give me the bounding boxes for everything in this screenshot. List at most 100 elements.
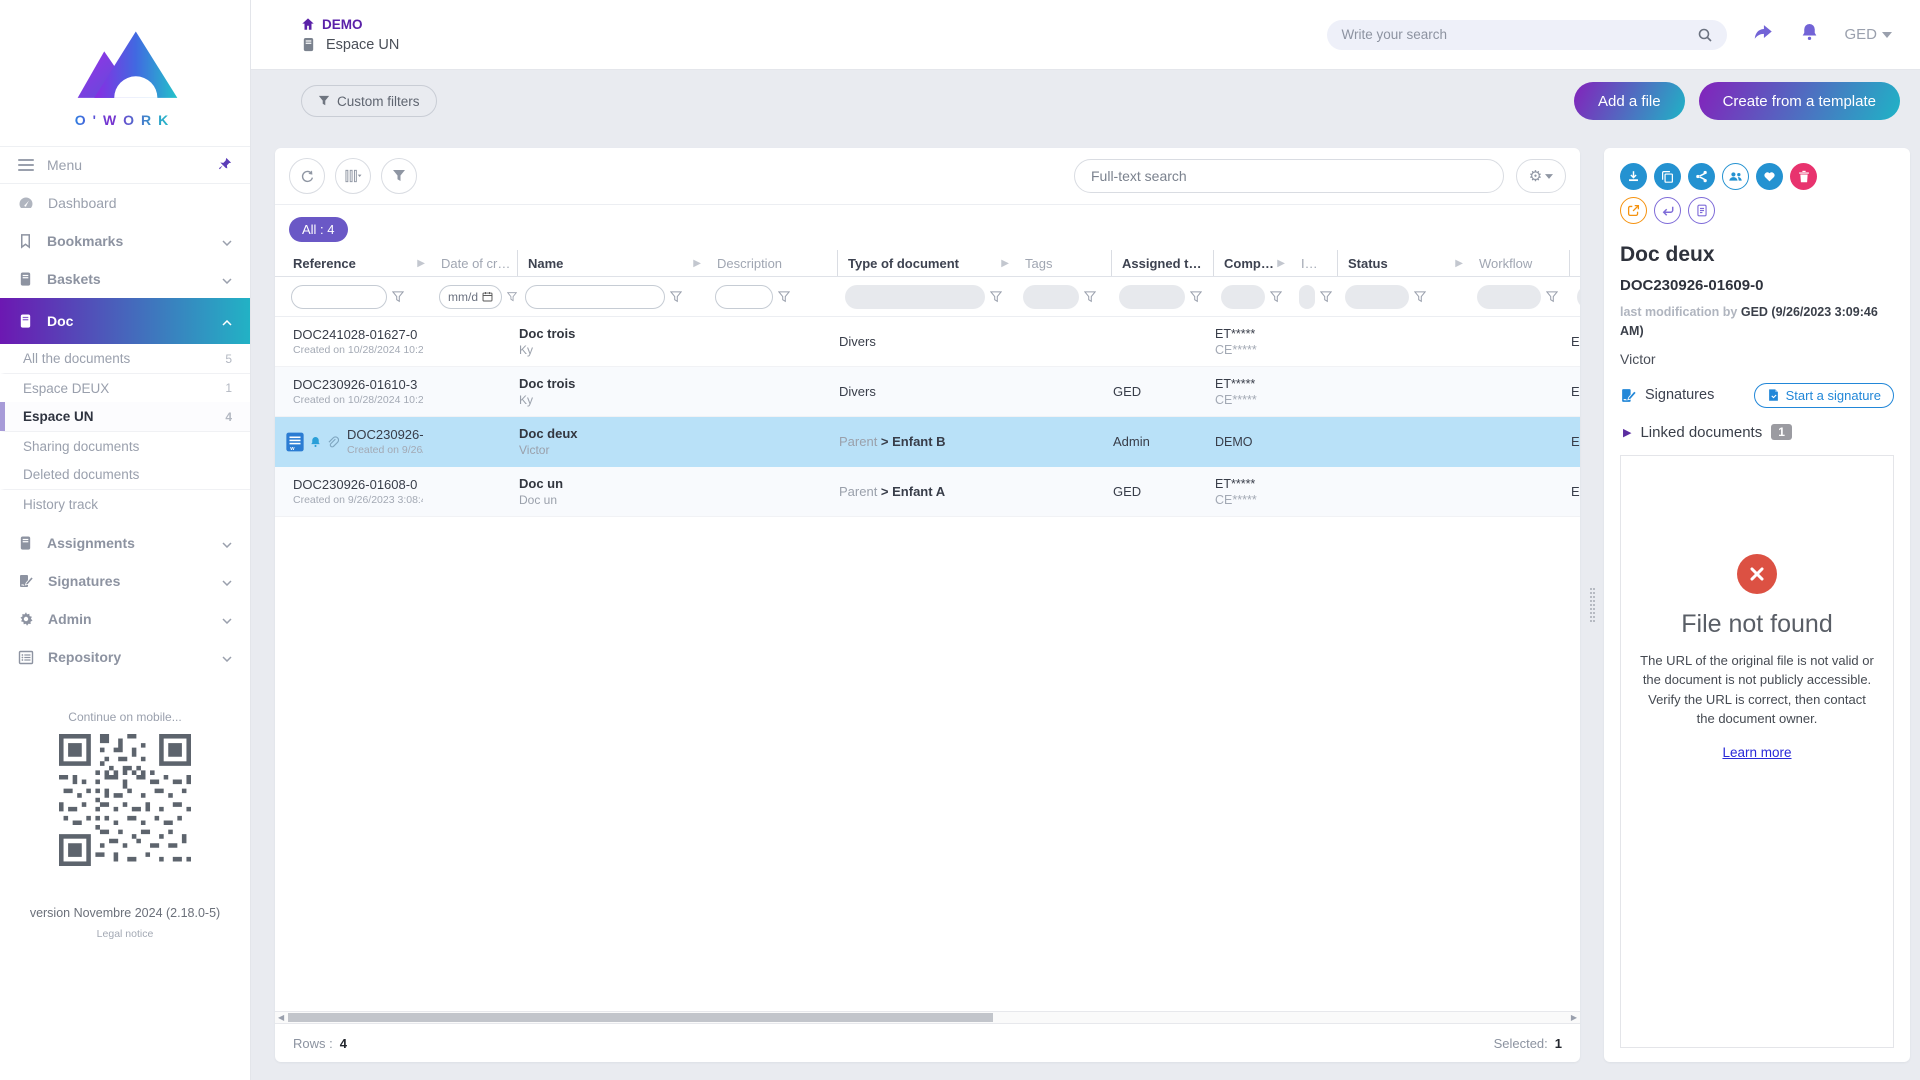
funnel-icon[interactable] [1190,291,1202,303]
book-icon [301,37,316,52]
sidebar-menu-header[interactable]: Menu [0,146,250,184]
filter-type-select[interactable] [845,285,985,309]
add-file-button[interactable]: Add a file [1574,82,1685,120]
column-header-assigned[interactable]: Assigned t… [1111,250,1213,276]
doc-name-sub: Ky [519,393,699,407]
funnel-icon[interactable] [507,291,517,303]
share-button[interactable] [1688,163,1715,190]
global-search-input[interactable] [1341,27,1697,42]
sidebar-item-all-documents[interactable]: All the documents 5 [0,344,250,373]
column-header-company[interactable]: Comp…▶ [1213,250,1291,276]
breadcrumb-root[interactable]: DEMO [301,17,399,32]
breadcrumb-page[interactable]: Espace UN [301,37,399,53]
sidebar-item-signatures[interactable]: Signatures [0,562,250,600]
mountain-logo-icon [71,26,179,110]
copy-button[interactable] [1654,163,1681,190]
table-row[interactable]: DOC230926-01610-3Created on 10/28/2024 1… [275,367,1580,417]
column-header-type[interactable]: Type of document▶ [837,250,1015,276]
filter-y-select[interactable] [1577,285,1580,309]
funnel-icon[interactable] [1546,291,1558,303]
table-row-selected[interactable]: w DOC230926-01609-0Created on 9/26/2023 … [275,417,1580,467]
sidebar-item-sharing-documents[interactable]: Sharing documents [0,431,250,460]
sidebar: O'WORK Menu Dashboard Bookmarks Baskets … [0,0,251,1080]
custom-filters-button[interactable]: Custom filters [301,85,437,117]
sidebar-item-history-track[interactable]: History track [0,489,250,518]
create-from-template-button[interactable]: Create from a template [1699,82,1900,120]
start-signature-button[interactable]: Start a signature [1754,383,1894,408]
learn-more-link[interactable]: Learn more [1722,745,1791,760]
download-button[interactable] [1620,163,1647,190]
fulltext-search-input[interactable] [1074,159,1504,193]
filter-i-select[interactable] [1299,285,1315,309]
scrollbar-thumb[interactable] [288,1013,993,1022]
word-file-icon: w [285,431,305,453]
calendar-icon [482,291,493,302]
table-settings-button[interactable]: ⚙ [1516,159,1566,193]
funnel-icon[interactable] [1084,291,1096,303]
signatures-row: Signatures Start a signature [1620,383,1894,408]
column-header-i[interactable]: I… [1291,250,1337,276]
filter-workflow-select[interactable] [1477,285,1541,309]
column-header-description[interactable]: Description [707,250,837,276]
sidebar-item-espace-un[interactable]: Espace UN 4 [0,402,250,431]
filter-status-select[interactable] [1345,285,1409,309]
column-header-date[interactable]: Date of cr… [431,250,517,276]
linked-documents-toggle[interactable]: ▶ Linked documents 1 [1620,424,1894,441]
sidebar-item-doc[interactable]: Doc [0,298,250,344]
sidebar-item-dashboard[interactable]: Dashboard [0,184,250,222]
user-menu[interactable]: GED [1844,26,1892,43]
filter-name-input[interactable] [525,285,665,309]
sidebar-item-label: Dashboard [48,195,117,211]
horizontal-scrollbar[interactable]: ◀ ▶ [275,1011,1580,1024]
sidebar-item-deleted-documents[interactable]: Deleted documents [0,460,250,489]
favorite-button[interactable] [1756,163,1783,190]
users-access-button[interactable] [1722,163,1749,190]
sidebar-item-bookmarks[interactable]: Bookmarks [0,222,250,260]
delete-button[interactable] [1790,163,1817,190]
columns-icon [345,169,362,183]
filter-tags-select[interactable] [1023,285,1079,309]
return-button[interactable] [1654,197,1681,224]
funnel-icon[interactable] [1320,291,1332,303]
refresh-button[interactable] [289,158,325,194]
open-external-button[interactable] [1620,197,1647,224]
scroll-right-icon[interactable]: ▶ [1571,1012,1577,1023]
panel-resizer[interactable] [1589,148,1595,1062]
column-header-workflow[interactable]: Workflow [1469,250,1569,276]
column-header-status[interactable]: Status▶ [1337,250,1469,276]
funnel-icon[interactable] [392,291,404,303]
doc-created: Created on 10/28/2024 10:25:07 PM [293,344,423,356]
column-header-tags[interactable]: Tags [1015,250,1111,276]
filter-assigned-select[interactable] [1119,285,1185,309]
chevron-down-icon [222,573,232,589]
filter-company-select[interactable] [1221,285,1265,309]
scroll-left-icon[interactable]: ◀ [278,1012,284,1023]
share-forward-icon[interactable] [1751,21,1775,48]
filter-button[interactable] [381,158,417,194]
legal-notice-link[interactable]: Legal notice [97,928,154,940]
columns-button[interactable] [335,158,371,194]
funnel-icon[interactable] [990,291,1002,303]
sidebar-item-espace-deux[interactable]: Espace DEUX 1 [0,373,250,402]
sidebar-item-assignments[interactable]: Assignments [0,524,250,562]
sidebar-item-admin[interactable]: Admin [0,600,250,638]
table-row[interactable]: DOC230926-01608-0Created on 9/26/2023 3:… [275,467,1580,517]
search-icon[interactable] [1697,27,1713,43]
column-header-name[interactable]: Name▶ [517,250,707,276]
chip-all[interactable]: All : 4 [289,217,348,242]
table-row[interactable]: DOC241028-01627-0Created on 10/28/2024 1… [275,317,1580,367]
notifications-bell-icon[interactable] [1799,21,1820,48]
funnel-icon[interactable] [670,291,682,303]
filter-reference-input[interactable] [291,285,387,309]
funnel-icon[interactable] [1270,291,1282,303]
column-header-y[interactable]: Y… [1569,250,1580,276]
pin-sidebar-icon[interactable] [218,157,232,174]
funnel-icon[interactable] [778,291,790,303]
sidebar-item-baskets[interactable]: Baskets [0,260,250,298]
filter-date-input[interactable]: mm/d [439,285,502,309]
column-header-reference[interactable]: Reference▶ [283,250,431,276]
filter-description-input[interactable] [715,285,773,309]
funnel-icon[interactable] [1414,291,1426,303]
document-info-button[interactable] [1688,197,1715,224]
sidebar-item-repository[interactable]: Repository [0,638,250,676]
